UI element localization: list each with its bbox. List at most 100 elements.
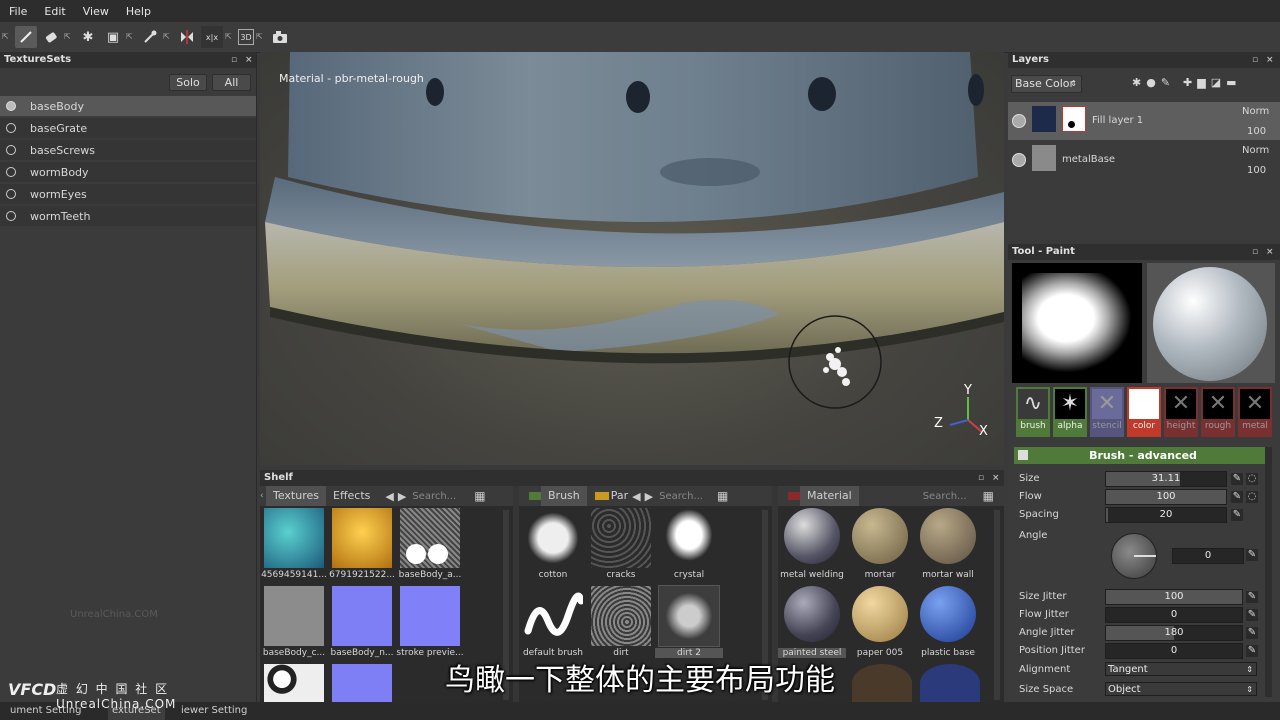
symmetry-settings-icon[interactable]: x|x bbox=[201, 26, 223, 48]
viewer-settings-tab[interactable]: iewer Setting bbox=[181, 702, 247, 720]
add-folder-icon[interactable]: ▆ bbox=[1197, 76, 1205, 89]
search-input[interactable]: Search... bbox=[412, 491, 456, 502]
close-icon[interactable]: × bbox=[992, 470, 1000, 486]
layer-opacity[interactable]: 100 bbox=[1247, 126, 1266, 137]
slot-brush[interactable]: ∿ brush bbox=[1016, 387, 1050, 437]
material-thumb[interactable] bbox=[852, 508, 908, 564]
textureset-row[interactable]: baseBody bbox=[0, 96, 256, 116]
menu-view[interactable]: View bbox=[74, 5, 117, 18]
slot-rough[interactable]: ✕ rough bbox=[1201, 387, 1235, 437]
slot-color[interactable]: color bbox=[1127, 387, 1161, 437]
popout-icon[interactable]: ⇱ bbox=[64, 32, 74, 42]
layer-row[interactable]: metalBase Norm 100 bbox=[1008, 141, 1280, 179]
solo-button[interactable]: Solo bbox=[169, 74, 207, 91]
tab-particles[interactable]: Par bbox=[609, 486, 630, 506]
visibility-icon[interactable] bbox=[1012, 153, 1026, 167]
paint-brush-icon[interactable] bbox=[15, 26, 37, 48]
tab-prev-icon[interactable]: ◀ bbox=[632, 490, 640, 503]
angle-jitter-slider[interactable]: 180 bbox=[1105, 625, 1243, 641]
all-button[interactable]: All bbox=[212, 74, 251, 91]
texture-thumb[interactable] bbox=[264, 508, 324, 568]
menu-file[interactable]: File bbox=[0, 5, 35, 18]
popout-icon[interactable]: ⇱ bbox=[225, 32, 235, 42]
popout-icon[interactable]: ⇱ bbox=[2, 32, 12, 42]
channel-select[interactable]: Base Color ⇕ bbox=[1011, 75, 1082, 93]
camera-icon[interactable] bbox=[269, 26, 291, 48]
menu-help[interactable]: Help bbox=[117, 5, 159, 18]
grid-view-icon[interactable]: ▦ bbox=[717, 489, 728, 503]
slot-alpha[interactable]: ✶ alpha bbox=[1053, 387, 1087, 437]
layer-paint-icon[interactable]: ✎ bbox=[1161, 76, 1170, 89]
tab-next-icon[interactable]: ▶ bbox=[645, 490, 653, 503]
popout-icon[interactable]: ⇱ bbox=[126, 32, 136, 42]
radio-icon[interactable] bbox=[6, 189, 16, 199]
close-icon[interactable]: × bbox=[1266, 52, 1274, 68]
radio-icon[interactable] bbox=[6, 211, 16, 221]
layer-mask-thumb[interactable] bbox=[1062, 106, 1086, 132]
popout-icon[interactable]: ⇱ bbox=[256, 32, 266, 42]
layer-name[interactable]: Fill layer 1 bbox=[1092, 115, 1143, 126]
menu-edit[interactable]: Edit bbox=[35, 5, 73, 18]
tab-textures[interactable]: Textures bbox=[266, 486, 326, 506]
slot-height[interactable]: ✕ height bbox=[1164, 387, 1198, 437]
flow-slider[interactable]: 100 bbox=[1105, 489, 1227, 505]
search-input[interactable]: Search... bbox=[659, 491, 703, 502]
delete-layer-icon[interactable]: ▬ bbox=[1226, 76, 1236, 89]
brush-thumb[interactable] bbox=[591, 508, 651, 568]
edit-icon[interactable]: ✎ bbox=[1246, 549, 1258, 561]
edit-icon[interactable]: ✎ bbox=[1246, 609, 1258, 621]
color-picker-icon[interactable] bbox=[139, 26, 161, 48]
size-slider[interactable]: 31.11 bbox=[1105, 471, 1227, 487]
spacing-slider[interactable]: 20 bbox=[1105, 507, 1227, 523]
material-thumb[interactable] bbox=[784, 586, 840, 642]
edit-icon[interactable]: ✎ bbox=[1246, 591, 1258, 603]
eraser-icon[interactable] bbox=[40, 26, 62, 48]
radio-icon[interactable] bbox=[6, 101, 16, 111]
view-2d-3d-icon[interactable]: 3D bbox=[238, 29, 254, 45]
tab-effects[interactable]: Effects bbox=[326, 486, 377, 506]
material-mode-label[interactable]: Material - pbr-metal-rough bbox=[279, 72, 424, 85]
radio-icon[interactable] bbox=[6, 167, 16, 177]
brush-advanced-section[interactable]: Brush - advanced bbox=[1014, 447, 1272, 464]
angle-input[interactable]: 0 bbox=[1172, 548, 1244, 564]
popout-icon[interactable]: ▫ bbox=[978, 470, 984, 486]
brush-thumb[interactable] bbox=[523, 508, 583, 568]
material-thumb[interactable] bbox=[920, 586, 976, 642]
visibility-icon[interactable] bbox=[1012, 114, 1026, 128]
polygon-fill-icon[interactable]: ▣ bbox=[102, 26, 124, 48]
close-icon[interactable]: × bbox=[1266, 244, 1274, 260]
edit-icon[interactable]: ✎ bbox=[1246, 627, 1258, 639]
radio-icon[interactable] bbox=[6, 145, 16, 155]
radio-icon[interactable] bbox=[6, 123, 16, 133]
material-thumb[interactable] bbox=[784, 508, 840, 564]
brush-thumb[interactable] bbox=[659, 508, 719, 568]
tab-material[interactable]: Material bbox=[800, 486, 859, 506]
slot-metal[interactable]: ✕ metal bbox=[1238, 387, 1272, 437]
layer-row[interactable]: Fill layer 1 Norm 100 bbox=[1008, 102, 1280, 140]
3d-viewport[interactable]: Material - pbr-metal-rough Y Z X bbox=[260, 52, 1004, 465]
material-thumb[interactable] bbox=[920, 508, 976, 564]
layer-effects-icon[interactable]: ✱ bbox=[1132, 76, 1141, 89]
material-thumb[interactable] bbox=[852, 586, 908, 642]
tab-brush[interactable]: Brush bbox=[541, 486, 587, 506]
grid-view-icon[interactable]: ▦ bbox=[983, 489, 994, 503]
popout-icon[interactable]: ▫ bbox=[231, 52, 237, 68]
texture-thumb[interactable] bbox=[332, 586, 392, 646]
add-layer-icon[interactable]: ✚ bbox=[1183, 76, 1192, 89]
flow-jitter-slider[interactable]: 0 bbox=[1105, 607, 1243, 623]
layer-mask-icon[interactable]: ● bbox=[1146, 76, 1156, 89]
add-fill-layer-icon[interactable]: ◪ bbox=[1211, 76, 1221, 89]
brush-thumb[interactable] bbox=[591, 586, 651, 646]
edit-icon[interactable]: ✎ bbox=[1231, 509, 1243, 521]
texture-thumb[interactable] bbox=[400, 586, 460, 646]
textureset-row[interactable]: wormTeeth bbox=[0, 206, 256, 226]
pressure-icon[interactable]: ◌ bbox=[1246, 491, 1258, 503]
texture-thumb[interactable] bbox=[400, 508, 460, 568]
textureset-row[interactable]: wormEyes bbox=[0, 184, 256, 204]
textureset-row[interactable]: baseScrews bbox=[0, 140, 256, 160]
popout-icon[interactable]: ▫ bbox=[1252, 244, 1258, 260]
projection-icon[interactable]: ✱ bbox=[77, 26, 99, 48]
textureset-row[interactable]: baseGrate bbox=[0, 118, 256, 138]
close-icon[interactable]: × bbox=[245, 52, 253, 68]
brush-thumb[interactable] bbox=[658, 585, 720, 647]
